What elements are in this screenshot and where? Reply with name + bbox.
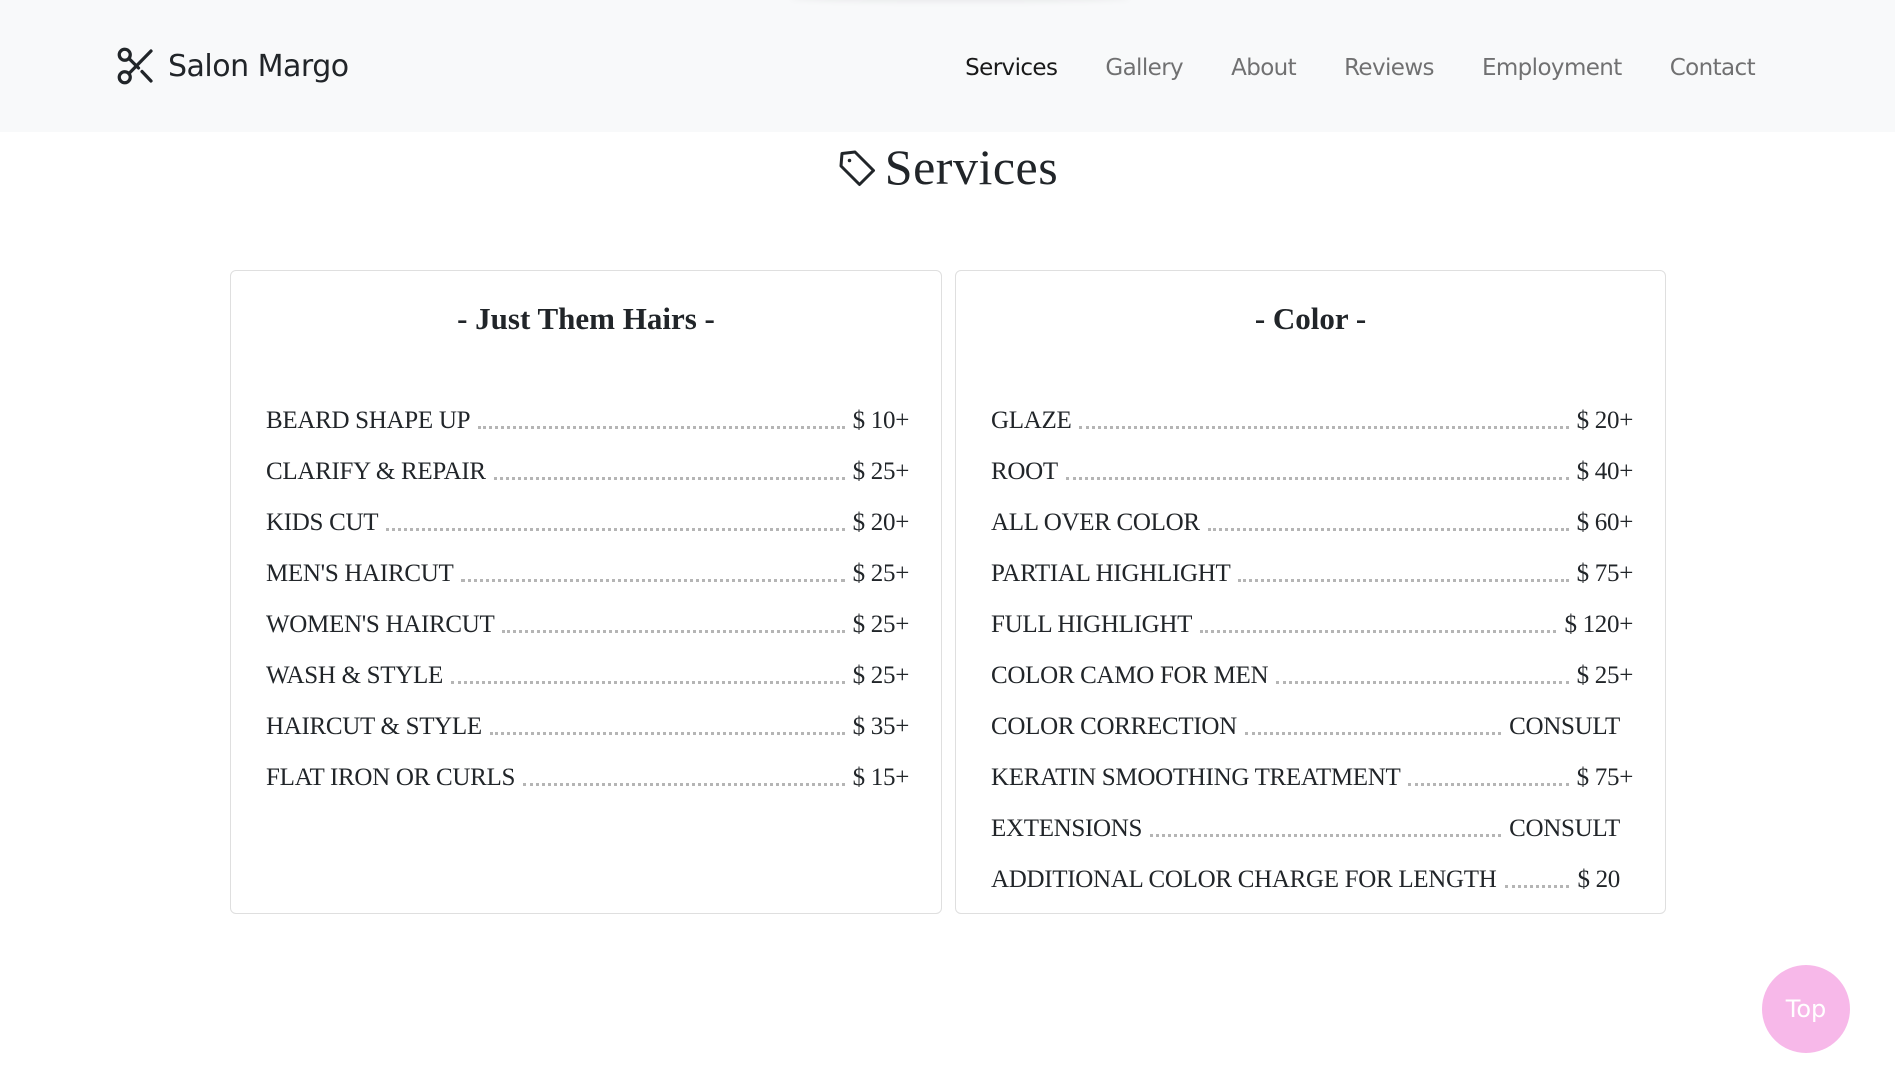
dot-leader <box>493 477 845 480</box>
back-to-top-button[interactable]: Top <box>1762 965 1850 1053</box>
service-name: FLAT IRON OR CURLS <box>266 764 516 791</box>
service-name: KERATIN SMOOTHING TREATMENT <box>991 764 1401 791</box>
dot-leader <box>502 630 845 633</box>
service-name: COLOR CAMO FOR MEN <box>991 662 1269 689</box>
services-heading: Services <box>0 132 1895 202</box>
service-name: GLAZE <box>991 407 1072 434</box>
service-price: $ 35+ <box>852 713 910 740</box>
service-name: CLARIFY & REPAIR <box>266 458 486 485</box>
dot-leader <box>1408 783 1569 786</box>
service-name: WASH & STYLE <box>266 662 443 689</box>
service-item: KIDS CUT $ 20+ <box>266 486 909 537</box>
service-name: FULL HIGHLIGHT <box>991 611 1193 638</box>
service-list: GLAZE $ 20+ ROOT $ 40+ ALL OVER COLOR $ 60+… <box>991 384 1633 894</box>
service-price: $ 25+ <box>852 662 910 689</box>
service-price: $ 40+ <box>1576 458 1634 485</box>
service-item: FLAT IRON OR CURLS $ 15+ <box>266 741 909 792</box>
nav-link-contact[interactable]: Contact <box>1670 55 1756 81</box>
nav-link-services[interactable]: Services <box>965 55 1058 81</box>
service-price: $ 25+ <box>852 611 910 638</box>
service-card-hair: - Just Them Hairs - BEARD SHAPE UP $ 10+ … <box>230 270 942 914</box>
service-name: ALL OVER COLOR <box>991 509 1200 536</box>
service-name: COLOR CORRECTION <box>991 713 1237 740</box>
card-title: - Just Them Hairs - <box>457 301 715 336</box>
service-item: GLAZE $ 20+ <box>991 384 1633 435</box>
service-name: BEARD SHAPE UP <box>266 407 471 434</box>
nav-link-about[interactable]: About <box>1231 55 1297 81</box>
service-name: WOMEN'S HAIRCUT <box>266 611 495 638</box>
service-price: $ 20+ <box>1576 407 1634 434</box>
brand-link[interactable]: Salon Margo <box>116 44 349 88</box>
service-item: BEARD SHAPE UP $ 10+ <box>266 384 909 435</box>
service-price: $ 25+ <box>852 458 910 485</box>
nav-link-reviews[interactable]: Reviews <box>1344 55 1434 81</box>
service-item: PARTIAL HIGHLIGHT $ 75+ <box>991 537 1633 588</box>
service-item: ALL OVER COLOR $ 60+ <box>991 486 1633 537</box>
service-item: FULL HIGHLIGHT $ 120+ <box>991 588 1633 639</box>
dot-leader <box>1200 630 1557 633</box>
service-item: WASH & STYLE $ 25+ <box>266 639 909 690</box>
dot-leader <box>1238 579 1569 582</box>
card-title: - Color - <box>1254 301 1367 336</box>
dot-leader <box>1244 732 1502 735</box>
dot-leader <box>1207 528 1569 531</box>
dot-leader <box>461 579 845 582</box>
dot-leader <box>478 426 845 429</box>
service-card-color: - Color - GLAZE $ 20+ ROOT $ 40+ ALL OVER … <box>955 270 1666 914</box>
service-item: EXTENSIONS CONSULT <box>991 792 1633 843</box>
service-item: COLOR CAMO FOR MEN $ 25+ <box>991 639 1633 690</box>
page-title: Services <box>884 139 1059 195</box>
service-price: $ 15+ <box>852 764 910 791</box>
service-list: BEARD SHAPE UP $ 10+ CLARIFY & REPAIR $ 25… <box>266 384 909 792</box>
tag-icon <box>837 142 877 192</box>
service-name: PARTIAL HIGHLIGHT <box>991 560 1231 587</box>
service-price: $ 120+ <box>1564 611 1633 638</box>
dot-leader <box>523 783 845 786</box>
service-item: MEN'S HAIRCUT $ 25+ <box>266 537 909 588</box>
service-price: $ 60+ <box>1576 509 1634 536</box>
service-name: ADDITIONAL COLOR CHARGE FOR LENGTH <box>991 866 1497 893</box>
service-item: HAIRCUT & STYLE $ 35+ <box>266 690 909 741</box>
dot-leader <box>1065 477 1569 480</box>
service-name: EXTENSIONS <box>991 815 1143 842</box>
service-price: $ 10+ <box>852 407 910 434</box>
service-price: $ 25+ <box>852 560 910 587</box>
dot-leader <box>1276 681 1569 684</box>
service-price: $ 25+ <box>1576 662 1634 689</box>
service-price: $ 20 <box>1577 866 1620 893</box>
service-name: ROOT <box>991 458 1058 485</box>
service-price: $ 20+ <box>852 509 910 536</box>
dot-leader <box>1504 885 1570 888</box>
scissors-icon <box>116 46 156 86</box>
service-item: ROOT $ 40+ <box>991 435 1633 486</box>
service-name: HAIRCUT & STYLE <box>266 713 482 740</box>
navbar-shadow <box>790 0 1130 2</box>
service-price: $ 75+ <box>1576 764 1634 791</box>
dot-leader <box>1150 834 1502 837</box>
service-item: ADDITIONAL COLOR CHARGE FOR LENGTH $ 20 <box>991 843 1633 894</box>
service-price: CONSULT <box>1509 815 1620 842</box>
nav-link-gallery[interactable]: Gallery <box>1105 55 1183 81</box>
brand-name: Salon Margo <box>168 48 349 84</box>
service-item: CLARIFY & REPAIR $ 25+ <box>266 435 909 486</box>
dot-leader <box>450 681 845 684</box>
dot-leader <box>1079 426 1569 429</box>
service-price: $ 75+ <box>1576 560 1634 587</box>
service-name: KIDS CUT <box>266 509 379 536</box>
service-item: COLOR CORRECTION CONSULT <box>991 690 1633 741</box>
dot-leader <box>489 732 845 735</box>
service-item: KERATIN SMOOTHING TREATMENT $ 75+ <box>991 741 1633 792</box>
service-item: WOMEN'S HAIRCUT $ 25+ <box>266 588 909 639</box>
nav-link-employment[interactable]: Employment <box>1482 55 1622 81</box>
dot-leader <box>386 528 845 531</box>
service-name: MEN'S HAIRCUT <box>266 560 454 587</box>
navbar: Salon Margo Services Gallery About Revie… <box>0 0 1895 132</box>
service-price: CONSULT <box>1509 713 1620 740</box>
main-nav: Services Gallery About Reviews Employmen… <box>917 48 1755 88</box>
